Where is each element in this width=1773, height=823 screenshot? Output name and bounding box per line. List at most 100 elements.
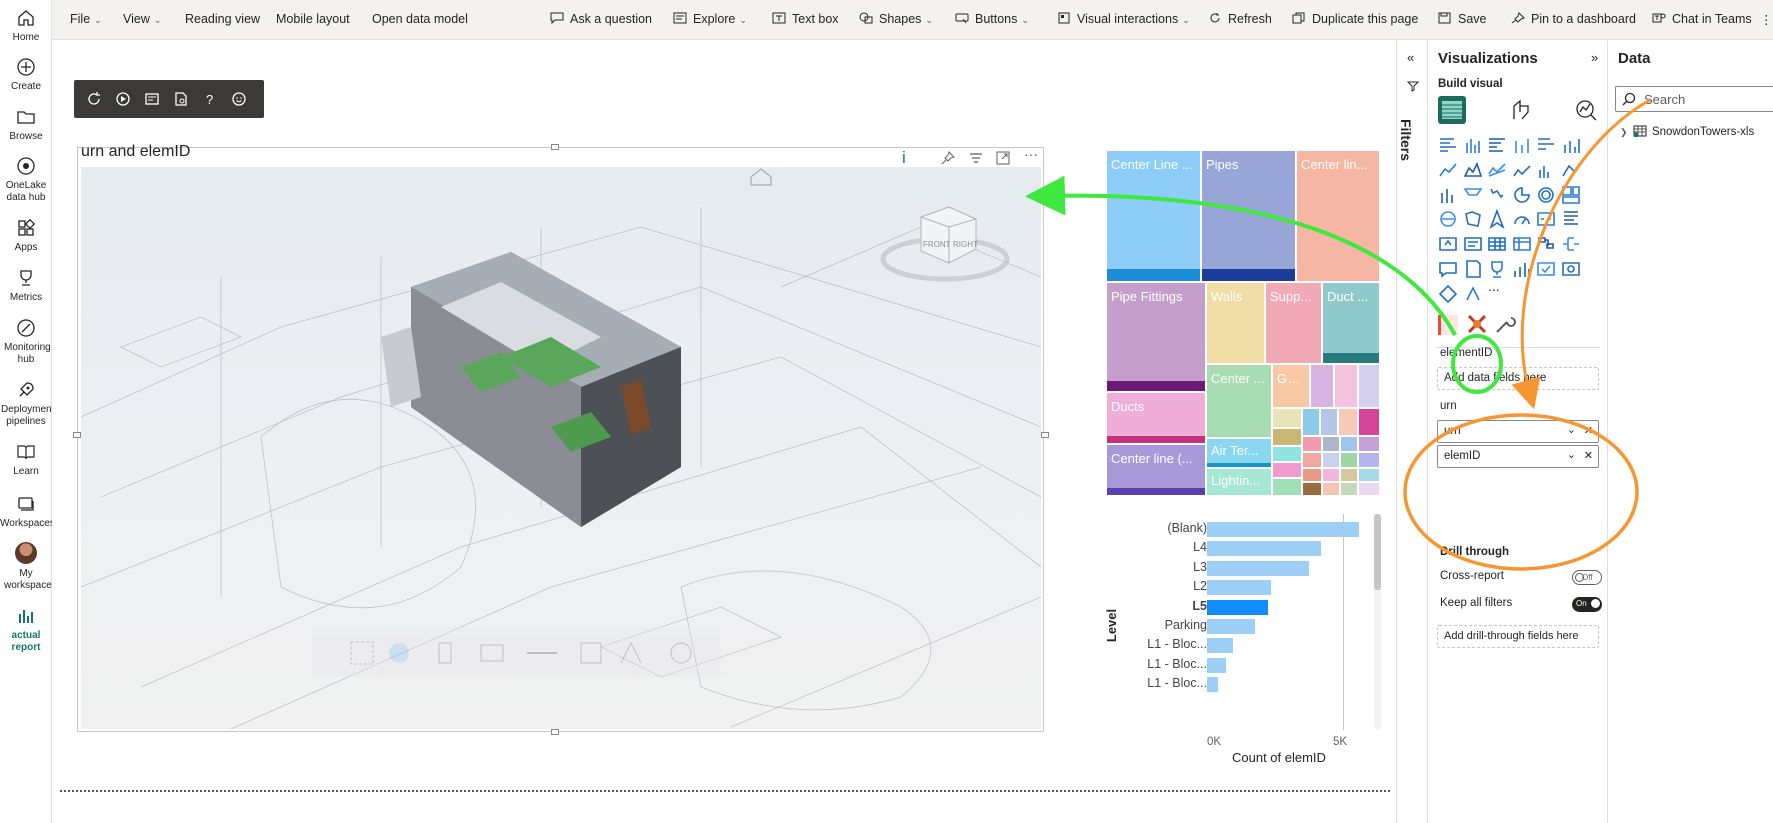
treemap-tile[interactable]: Center line (...	[1107, 445, 1205, 495]
cross-report-toggle[interactable]: Off	[1572, 570, 1602, 585]
view-menu[interactable]: View ⌄	[123, 12, 161, 26]
bar[interactable]	[1207, 541, 1322, 557]
visual-type-icon[interactable]	[1536, 234, 1556, 254]
nav-cube[interactable]: FRONT RIGHT	[880, 206, 1010, 282]
chevron-right-icon[interactable]: ❯	[1620, 127, 1628, 137]
treemap-visual[interactable]: Center Line ... Pipes Center lin... Pipe…	[1107, 151, 1379, 495]
info-icon[interactable]: i	[902, 148, 906, 168]
nav-workspaces[interactable]: Workspaces	[0, 494, 55, 530]
visual-type-icon[interactable]	[1512, 160, 1532, 180]
nav-my-workspace[interactable]: My workspace	[0, 542, 52, 592]
visual-type-icon[interactable]	[1536, 209, 1556, 229]
treemap-tile[interactable]: Ge...	[1273, 365, 1309, 407]
3d-model-viewer[interactable]: FRONT RIGHT	[81, 167, 1041, 729]
visual-type-icon[interactable]	[1463, 234, 1483, 254]
visual-type-icon[interactable]	[1438, 259, 1458, 279]
visual-type-icon[interactable]	[1561, 209, 1581, 229]
analytics-icon[interactable]	[1574, 98, 1598, 122]
filters-tab[interactable]: Filters	[1398, 102, 1423, 182]
visual-type-icon[interactable]	[1561, 259, 1581, 279]
visual-type-icon[interactable]	[1512, 185, 1532, 205]
treemap-tile-small[interactable]	[1303, 409, 1319, 435]
treemap-tile-small[interactable]	[1273, 447, 1301, 461]
visual-type-icon[interactable]	[1536, 135, 1556, 155]
treemap-tile-small[interactable]	[1359, 469, 1379, 481]
treemap-tile-small[interactable]	[1273, 479, 1301, 495]
visual-type-icon[interactable]	[1438, 209, 1458, 229]
nav-metrics[interactable]: Metrics	[0, 268, 52, 304]
bar[interactable]	[1207, 560, 1309, 576]
treemap-tile-small[interactable]	[1359, 437, 1379, 451]
chevron-down-icon[interactable]: ⌄	[1567, 423, 1576, 436]
visual-type-icon[interactable]	[1463, 259, 1483, 279]
pin-icon[interactable]	[940, 150, 956, 166]
pin-dashboard-button[interactable]: Pin to a dashboard	[1511, 12, 1636, 26]
visual-type-icon[interactable]	[1487, 259, 1507, 279]
treemap-tile-small[interactable]	[1273, 463, 1301, 477]
visual-type-icon[interactable]	[1512, 234, 1532, 254]
visual-type-icon[interactable]	[1561, 160, 1581, 180]
nav-onelake[interactable]: OneLake data hub	[0, 156, 52, 204]
treemap-tile-small[interactable]	[1273, 409, 1301, 427]
treemap-tile-small[interactable]	[1341, 453, 1357, 467]
filters-pane[interactable]: « Filters	[1396, 40, 1427, 823]
visual-type-icon[interactable]	[1438, 284, 1458, 304]
visual-type-icon[interactable]	[1561, 185, 1581, 205]
visual-type-icon[interactable]	[1536, 185, 1556, 205]
refresh-icon[interactable]	[86, 91, 102, 107]
treemap-tile-small[interactable]	[1341, 483, 1357, 495]
visual-type-icon[interactable]	[1512, 259, 1532, 279]
visual-type-icon[interactable]	[1438, 185, 1458, 205]
filter-icon[interactable]	[968, 150, 984, 166]
bar[interactable]	[1207, 657, 1227, 673]
resize-handle[interactable]	[73, 432, 81, 438]
treemap-tile-small[interactable]	[1341, 469, 1357, 481]
help-icon[interactable]: ?	[202, 91, 218, 107]
file-menu[interactable]: File ⌄	[70, 12, 102, 26]
scrollbar[interactable]	[1374, 514, 1381, 730]
visual-type-icon[interactable]	[1438, 234, 1458, 254]
visual-type-icon[interactable]	[1463, 185, 1483, 205]
field-elemid[interactable]: elemID ⌄ ✕	[1437, 445, 1599, 468]
bar[interactable]	[1207, 619, 1255, 634]
treemap-tile-small[interactable]	[1339, 409, 1357, 435]
resize-handle[interactable]	[551, 144, 559, 150]
nav-actual-report[interactable]: actual report	[0, 606, 52, 654]
report-view-icon[interactable]	[144, 91, 160, 107]
treemap-tile-small[interactable]	[1323, 437, 1339, 451]
visual-type-icon[interactable]	[1438, 135, 1458, 155]
treemap-tile[interactable]: Pipe Fittings	[1107, 283, 1205, 391]
visual-type-icon[interactable]	[1512, 209, 1532, 229]
visual-type-icon[interactable]	[1463, 135, 1483, 155]
settings-icon[interactable]	[173, 91, 189, 107]
treemap-tile[interactable]: Walls	[1207, 283, 1264, 363]
treemap-tile[interactable]: Center ...	[1207, 365, 1271, 437]
visual-type-icon[interactable]	[1561, 135, 1581, 155]
treemap-tile-small[interactable]	[1321, 409, 1337, 435]
save-button[interactable]: Save	[1438, 12, 1487, 26]
bar-chart-visual[interactable]: Level 0K 5K Count of elemID (Blank) L4 L3 L…	[1104, 510, 1389, 765]
elementid-drop-zone[interactable]: Add data fields here	[1437, 367, 1599, 390]
treemap-tile[interactable]: Center lin...	[1297, 151, 1379, 281]
visual-type-icon[interactable]	[1463, 284, 1483, 304]
duplicate-page-button[interactable]: Duplicate this page	[1292, 12, 1418, 26]
data-search-input[interactable]: Search	[1615, 86, 1773, 112]
treemap-tile[interactable]: Ducts	[1107, 393, 1205, 443]
treemap-tile-small[interactable]	[1303, 469, 1321, 481]
visual-type-icon[interactable]	[1438, 160, 1458, 180]
play-icon[interactable]	[115, 91, 131, 107]
more-visuals-icon[interactable]: ...	[1488, 278, 1500, 294]
focus-mode-icon[interactable]	[995, 150, 1011, 166]
nav-create[interactable]: Create	[0, 57, 52, 93]
bar[interactable]	[1207, 522, 1360, 537]
treemap-tile-small[interactable]	[1359, 365, 1379, 407]
visual-interactions-menu[interactable]: Visual interactions ⌄	[1057, 12, 1190, 26]
nav-monitoring[interactable]: Monitoring hub	[0, 318, 52, 366]
treemap-tile-small[interactable]	[1323, 453, 1339, 467]
treemap-tile[interactable]: Pipes	[1202, 151, 1295, 281]
treemap-tile-small[interactable]	[1359, 483, 1379, 495]
collapse-filters-icon[interactable]: «	[1407, 50, 1414, 65]
treemap-tile-small[interactable]	[1335, 365, 1357, 407]
treemap-tile-small[interactable]	[1341, 437, 1357, 451]
keep-filters-toggle[interactable]: On	[1572, 597, 1602, 612]
